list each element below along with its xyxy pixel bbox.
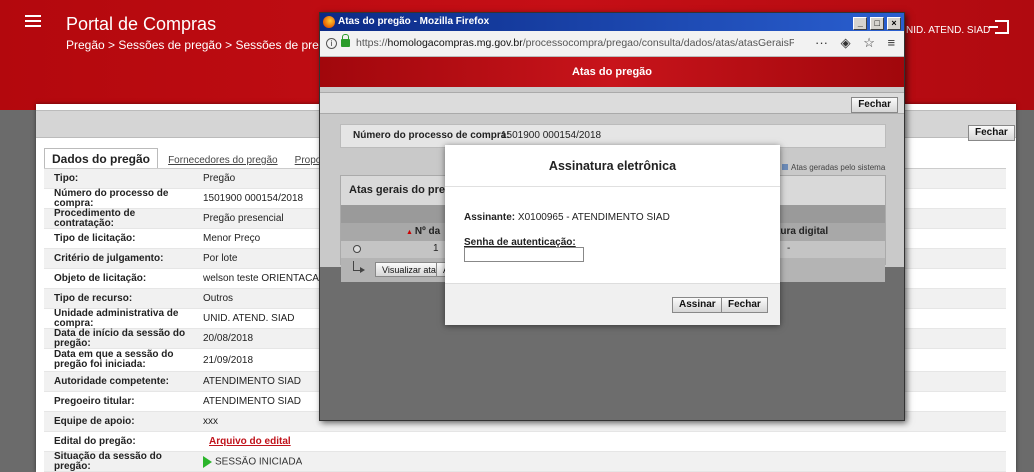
detail-value: 1501900 000154/2018 xyxy=(203,193,304,204)
detail-label: Tipo de recurso: xyxy=(54,292,133,304)
atas-toolbar: Fechar xyxy=(320,92,904,114)
detail-value: Menor Preço xyxy=(203,233,261,244)
modal-title: Assinatura eletrônica xyxy=(445,145,780,187)
selection-arrow-icon xyxy=(353,261,365,273)
window-title: Atas do pregão - Mozilla Firefox xyxy=(338,16,490,27)
detail-label: Critério de julgamento: xyxy=(54,252,164,264)
url-host: homologacompras.mg.gov.br xyxy=(387,37,523,49)
detail-label: Pregoeiro titular: xyxy=(54,395,135,407)
modal-close-button[interactable]: Fechar xyxy=(721,297,768,313)
detail-value: xxx xyxy=(203,416,218,427)
detail-value: Pregão presencial xyxy=(203,213,284,224)
hamburger-menu-icon[interactable] xyxy=(25,15,41,27)
detail-value: Pregão xyxy=(203,173,236,184)
pocket-icon[interactable]: ◈ xyxy=(841,35,851,51)
detail-value: 20/08/2018 xyxy=(203,333,254,344)
detail-label: Procedimento de contratação: xyxy=(54,207,136,229)
detail-value: ATENDIMENTO SIAD xyxy=(203,376,301,387)
processo-label: Número do processo de compra: xyxy=(353,130,510,141)
minimize-button[interactable]: _ xyxy=(853,17,868,30)
row-number: 1 xyxy=(433,243,439,254)
detail-label: Data em que a sessão do pregão foi inici… xyxy=(54,349,174,370)
bookmark-star-icon[interactable]: ☆ xyxy=(863,35,875,51)
edital-file-link[interactable]: Arquivo do edital xyxy=(195,436,291,447)
url-field[interactable]: https://homologacompras.mg.gov.br/proces… xyxy=(356,37,794,49)
tab-dados-pregao[interactable]: Dados do pregão xyxy=(44,148,159,169)
processo-value: 1501900 000154/2018 xyxy=(501,130,602,141)
assinante-label: Assinante: xyxy=(464,212,516,223)
atas-close-button[interactable]: Fechar xyxy=(851,97,898,113)
window-titlebar[interactable]: Atas do pregão - Mozilla Firefox _ □ × xyxy=(320,13,904,31)
more-actions-icon[interactable]: ··· xyxy=(815,35,828,50)
atas-header: Atas do pregão xyxy=(320,57,904,87)
detail-row-edital: Edital do pregão: Arquivo do edital xyxy=(44,432,1006,452)
status-text: SESSÃO INICIADA xyxy=(215,456,303,468)
session-status: SESSÃO INICIADA xyxy=(195,455,303,468)
detail-label: Objeto de licitação: xyxy=(54,272,147,284)
row-select-radio[interactable] xyxy=(353,245,361,253)
legend: Atas geradas pelo sistema xyxy=(782,163,885,172)
status-play-icon xyxy=(203,455,212,468)
password-input[interactable] xyxy=(464,247,584,262)
detail-label: Autoridade competente: xyxy=(54,375,170,387)
legend-swatch-icon xyxy=(782,164,788,170)
firefox-logo-icon xyxy=(323,16,335,28)
detail-value: Por lote xyxy=(203,253,238,264)
modal-footer: Assinar Fechar xyxy=(445,283,780,325)
detail-value: 21/09/2018 xyxy=(203,354,254,366)
close-button[interactable]: Fechar xyxy=(968,125,1015,141)
detail-value: UNID. ATEND. SIAD xyxy=(203,313,295,324)
address-bar: i https://homologacompras.mg.gov.br/proc… xyxy=(320,31,904,57)
url-actions: ··· ◈ ☆ ≡ xyxy=(815,35,904,51)
detail-label: Edital do pregão: xyxy=(54,435,136,447)
lock-icon[interactable] xyxy=(341,34,350,47)
detail-label: Tipo: xyxy=(54,172,79,184)
detail-row-situacao: Situação da sessão do pregão: SESSÃO INIC… xyxy=(44,450,1006,472)
info-icon[interactable]: i xyxy=(326,38,337,49)
column-header-numero[interactable]: Nº da xyxy=(406,226,440,237)
detail-label: Equipe de apoio: xyxy=(54,415,135,427)
row-assinatura: - xyxy=(787,243,791,254)
breadcrumb[interactable]: Pregão > Sessões de pregão > Sessões de … xyxy=(66,38,353,52)
tab-bar: Dados do pregão Fornecedores do pregão P… xyxy=(44,148,347,169)
detail-label: Data de início da sessão do pregão: xyxy=(54,327,186,349)
assinante-line: Assinante: X0100965 - ATENDIMENTO SIAD xyxy=(464,212,670,223)
logout-icon[interactable] xyxy=(989,20,1009,34)
assinar-button[interactable]: Assinar xyxy=(672,297,723,313)
tab-fornecedores[interactable]: Fornecedores do pregão xyxy=(161,152,285,169)
window-close-button[interactable]: × xyxy=(887,17,901,30)
maximize-button[interactable]: □ xyxy=(870,17,885,30)
detail-label: Unidade administrativa de compra: xyxy=(54,307,179,329)
detail-value: ATENDIMENTO SIAD xyxy=(203,396,301,407)
visualizar-ata-button[interactable]: Visualizar ata xyxy=(375,262,443,277)
portal-title: Portal de Compras xyxy=(66,14,217,34)
detail-label: Tipo de licitação: xyxy=(54,232,136,244)
url-path: /processocompra/pregao/consulta/dados/at… xyxy=(522,37,794,49)
column-header-assinatura: tura digital xyxy=(777,226,829,237)
menu-icon[interactable]: ≡ xyxy=(888,35,896,50)
user-unit-label: NID. ATEND. SIAD xyxy=(906,25,991,36)
detail-value: Outros xyxy=(203,293,234,304)
url-prefix: https:// xyxy=(356,37,388,49)
detail-label: Situação da sessão do pregão: xyxy=(54,450,162,472)
legend-label: Atas geradas pelo sistema xyxy=(791,163,886,172)
signature-modal: Assinatura eletrônica Assinante: X010096… xyxy=(445,145,780,325)
assinante-value: X0100965 - ATENDIMENTO SIAD xyxy=(517,212,670,223)
detail-label: Número do processo de compra: xyxy=(54,187,169,209)
